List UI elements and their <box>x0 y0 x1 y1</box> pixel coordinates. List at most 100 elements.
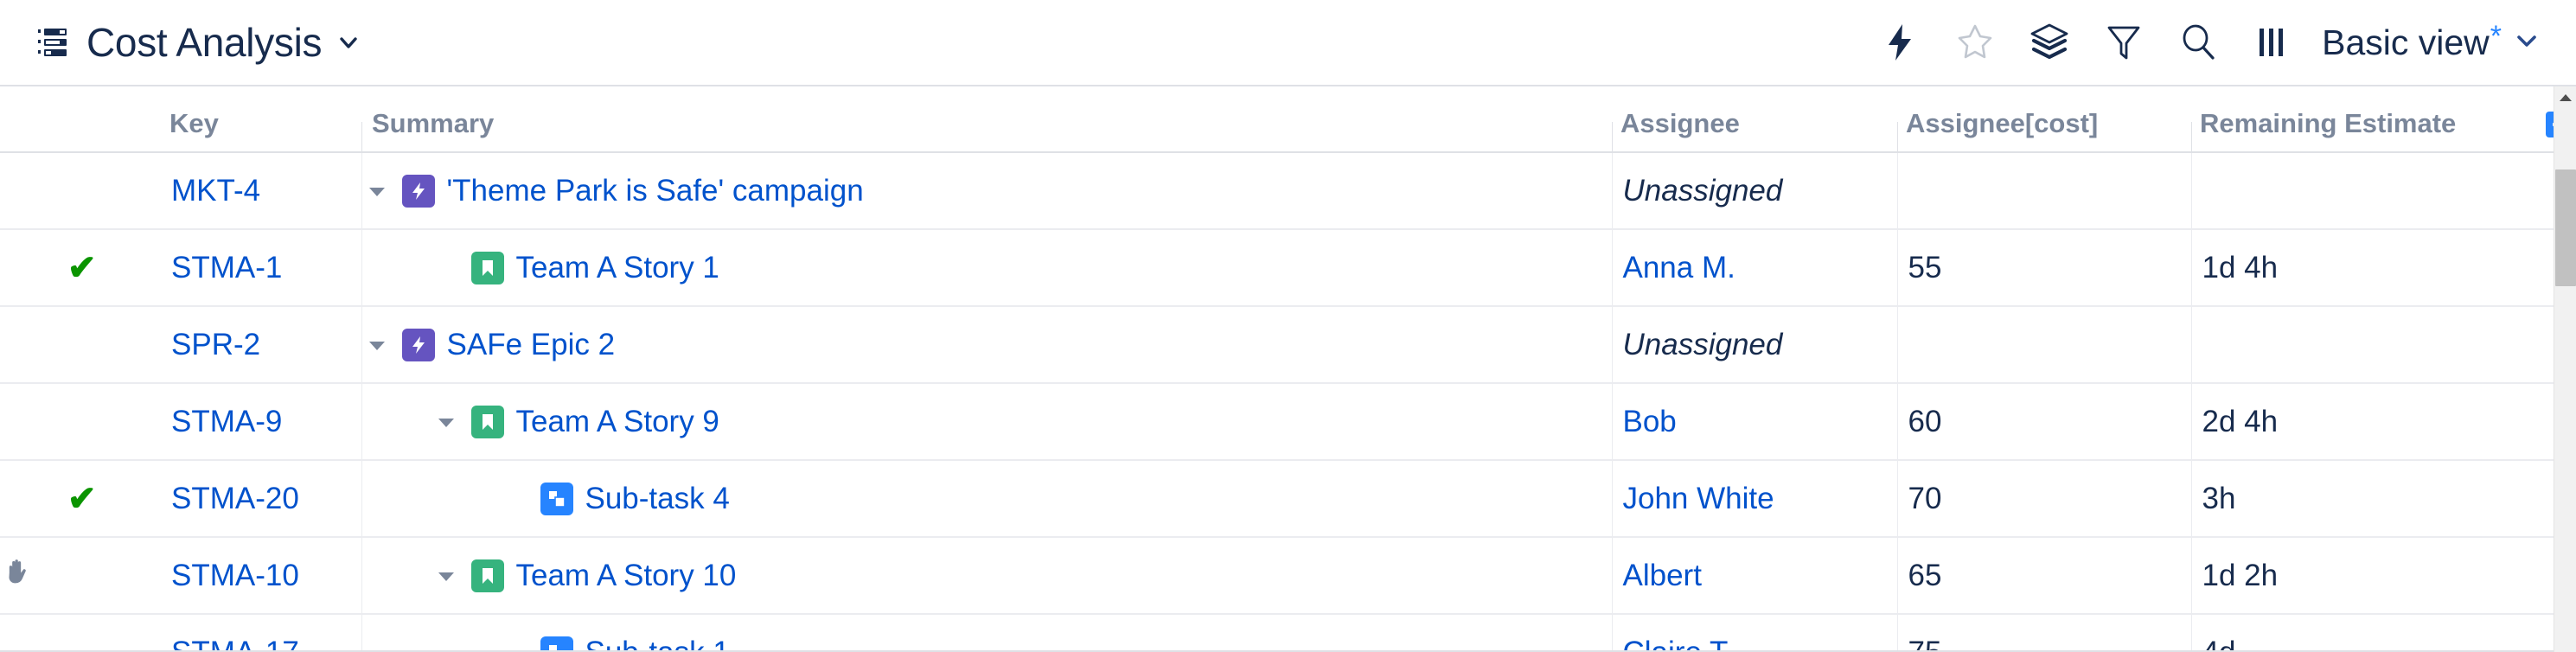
table-body: MKT-4 'Theme Park is Safe' campaign Unassi… <box>0 152 2576 652</box>
column-header-flag <box>0 86 163 153</box>
row-twisty-placeholder <box>501 461 530 536</box>
issue-key-link[interactable]: STMA-10 <box>171 559 299 592</box>
issue-key-link[interactable]: MKT-4 <box>171 174 260 208</box>
row-summary-cell: Sub-task 4 <box>361 460 1612 538</box>
chevron-down-icon[interactable] <box>2514 28 2540 58</box>
row-summary-cell: 'Theme Park is Safe' campaign <box>361 152 1612 230</box>
done-check-icon: ✔ <box>67 479 97 518</box>
row-expand-toggle[interactable] <box>431 538 461 613</box>
pin-icon[interactable] <box>1938 12 2012 73</box>
row-status-cell <box>0 614 163 652</box>
view-selector[interactable]: Basic view * <box>2310 12 2543 73</box>
estimate-value: 3h <box>2202 481 2236 515</box>
assignee-link[interactable]: Bob <box>1623 405 1677 438</box>
row-status-cell <box>0 152 163 230</box>
assignee-link[interactable]: John White <box>1623 482 1774 515</box>
row-status-cell: ✔ <box>0 229 163 307</box>
row-cost-cell[interactable] <box>1896 306 2191 384</box>
issue-summary-link[interactable]: SAFe Epic 2 <box>447 328 616 362</box>
table-row[interactable]: STMA-10 Team A Story 10 Albert 65 1d 2h <box>0 537 2576 615</box>
issue-key-link[interactable]: STMA-20 <box>171 482 299 515</box>
column-header-remaining-estimate[interactable]: Remaining Estimate <box>2191 86 2546 153</box>
row-status-cell <box>0 537 163 615</box>
automation-icon[interactable] <box>1863 12 1938 73</box>
issue-key-link[interactable]: STMA-9 <box>171 405 282 438</box>
vertical-scrollbar[interactable] <box>2554 86 2576 652</box>
row-cost-cell[interactable]: 70 <box>1896 460 2191 538</box>
row-estimate-cell[interactable] <box>2190 306 2546 384</box>
epic-type-icon <box>401 174 435 208</box>
row-cost-cell[interactable]: 65 <box>1896 537 2191 615</box>
done-check-icon: ✔ <box>67 248 97 287</box>
issue-key-link[interactable]: SPR-2 <box>171 328 260 361</box>
scroll-up-button[interactable] <box>2554 86 2576 109</box>
row-cost-cell[interactable]: 75 <box>1896 614 2191 652</box>
issue-summary-link[interactable]: Team A Story 1 <box>516 251 719 285</box>
subtask-type-icon <box>540 482 573 515</box>
story-type-icon <box>470 559 504 592</box>
issue-grid: Key Summary Assignee Assignee[cost] Rema… <box>0 85 2576 652</box>
issue-summary-link[interactable]: Sub-task 4 <box>585 482 730 516</box>
chevron-down-icon[interactable] <box>337 31 360 54</box>
row-key-cell: STMA-10 <box>163 537 361 615</box>
row-cost-cell[interactable]: 55 <box>1896 229 2191 307</box>
table-header: Key Summary Assignee Assignee[cost] Rema… <box>0 86 2576 153</box>
filter-icon[interactable] <box>2087 12 2161 73</box>
row-expand-toggle[interactable] <box>431 384 461 459</box>
issue-summary-link[interactable]: Team A Story 9 <box>516 405 719 439</box>
row-status-cell <box>0 383 163 461</box>
row-twisty-placeholder <box>431 230 461 305</box>
row-assignee-cell[interactable]: Unassigned <box>1611 152 1897 230</box>
assignee-unassigned: Unassigned <box>1622 327 1783 361</box>
structure-grid-app: Cost Analysis Basic view * Key Summary A… <box>0 0 2576 652</box>
issue-summary-link[interactable]: 'Theme Park is Safe' campaign <box>447 174 864 208</box>
table-row[interactable]: STMA-17 Sub-task 1 Claire T. 75 4d <box>0 614 2576 652</box>
table-row[interactable]: SPR-2 SAFe Epic 2 Unassigned <box>0 306 2576 384</box>
issue-summary-link[interactable]: Team A Story 10 <box>516 559 737 593</box>
column-header-assignee[interactable]: Assignee <box>1612 86 1897 153</box>
structure-title-group[interactable]: Cost Analysis <box>38 19 360 66</box>
search-icon[interactable] <box>2161 12 2235 73</box>
issue-key-link[interactable]: STMA-1 <box>171 251 282 284</box>
row-assignee-cell[interactable]: Bob <box>1611 383 1897 461</box>
cost-value: 70 <box>1908 481 1942 515</box>
row-cost-cell[interactable]: 60 <box>1896 383 2191 461</box>
assignee-link[interactable]: Anna M. <box>1623 251 1735 284</box>
row-assignee-cell[interactable]: Unassigned <box>1611 306 1897 384</box>
structure-table: Key Summary Assignee Assignee[cost] Rema… <box>0 86 2576 652</box>
top-toolbar: Cost Analysis Basic view * <box>0 0 2576 85</box>
row-estimate-cell[interactable] <box>2190 152 2546 230</box>
row-key-cell: STMA-17 <box>163 614 361 652</box>
row-key-cell: STMA-1 <box>163 229 361 307</box>
drag-handle-icon[interactable] <box>2 554 36 597</box>
structure-icon <box>38 28 73 57</box>
row-estimate-cell[interactable]: 1d 4h <box>2190 229 2546 307</box>
row-estimate-cell[interactable]: 2d 4h <box>2190 383 2546 461</box>
row-assignee-cell[interactable]: Anna M. <box>1611 229 1897 307</box>
estimate-value: 1d 2h <box>2202 558 2279 592</box>
row-assignee-cell[interactable]: John White <box>1611 460 1897 538</box>
epic-type-icon <box>401 328 435 361</box>
row-expand-toggle[interactable] <box>362 307 392 382</box>
row-estimate-cell[interactable]: 1d 2h <box>2190 537 2546 615</box>
toolbar-actions: Basic view * <box>1863 12 2543 73</box>
column-header-summary[interactable]: Summary <box>361 86 1612 153</box>
row-estimate-cell[interactable]: 3h <box>2190 460 2546 538</box>
table-row[interactable]: STMA-9 Team A Story 9 Bob 60 2d 4h <box>0 383 2576 461</box>
row-cost-cell[interactable] <box>1896 152 2191 230</box>
column-header-assignee-cost[interactable]: Assignee[cost] <box>1897 86 2191 153</box>
table-row[interactable]: ✔ STMA-20 Sub-task 4 John White 70 3h <box>0 460 2576 538</box>
columns-icon[interactable] <box>2235 12 2310 73</box>
cost-value: 60 <box>1908 404 1942 438</box>
table-row[interactable]: MKT-4 'Theme Park is Safe' campaign Unassi… <box>0 152 2576 230</box>
row-key-cell: SPR-2 <box>163 306 361 384</box>
row-assignee-cell[interactable]: Albert <box>1611 537 1897 615</box>
column-header-key[interactable]: Key <box>163 86 361 153</box>
row-assignee-cell[interactable]: Claire T. <box>1611 614 1897 652</box>
scrollbar-thumb[interactable] <box>2555 169 2576 286</box>
assignee-link[interactable]: Albert <box>1623 559 1702 592</box>
row-estimate-cell[interactable]: 4d <box>2190 614 2546 652</box>
layers-icon[interactable] <box>2012 12 2087 73</box>
row-expand-toggle[interactable] <box>362 153 392 228</box>
table-row[interactable]: ✔ STMA-1 Team A Story 1 Anna M. 55 1d 4h <box>0 229 2576 307</box>
